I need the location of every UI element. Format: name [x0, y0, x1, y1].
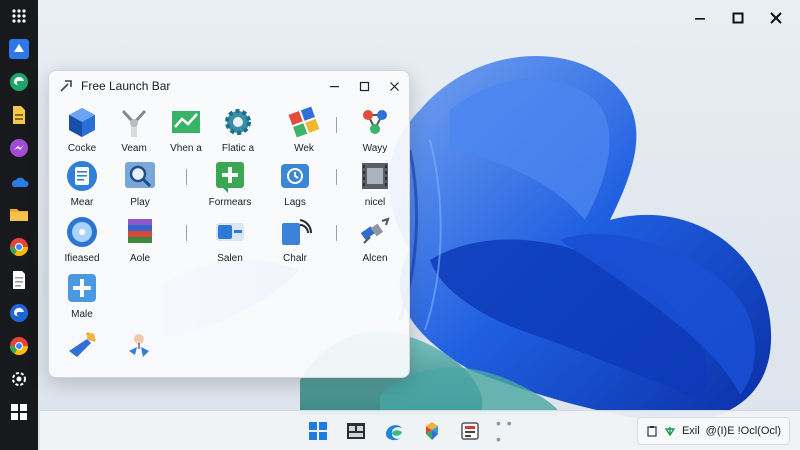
chrome-icon[interactable]: [7, 334, 31, 358]
window-titlebar[interactable]: Free Launch Bar: [49, 71, 409, 101]
plane-icon: [69, 331, 97, 357]
taskbar: • • • Exil @(I)E !Ocl(Ocl): [40, 410, 800, 450]
desktop-window-controls: [690, 8, 786, 28]
launcher-item[interactable]: Cocke: [54, 105, 110, 165]
plus-icon: [216, 162, 244, 193]
messenger-icon[interactable]: [7, 136, 31, 160]
launcher-item[interactable]: Mear: [54, 159, 110, 219]
start-icon[interactable]: [306, 419, 330, 443]
taskbar-apps: • • •: [306, 415, 520, 447]
window-close-button[interactable]: [379, 71, 409, 101]
launcher-item[interactable]: Wek: [276, 105, 332, 165]
launcher-icon[interactable]: [7, 37, 31, 61]
disc-icon: [67, 217, 97, 247]
signal-icon: [282, 219, 312, 245]
clipboard-icon: [647, 426, 657, 437]
launcher-item-label: Play: [130, 197, 150, 208]
launcher-item[interactable]: Chalr: [267, 215, 323, 275]
launcher-item[interactable]: Vhen a: [158, 105, 214, 165]
chrome-icon[interactable]: [7, 235, 31, 259]
close-button[interactable]: [766, 8, 786, 28]
cube-icon: [69, 108, 95, 137]
film-icon: [362, 163, 388, 189]
launcher-item[interactable]: [54, 329, 110, 377]
tray-clock: @(I)E !Ocl(Ocl): [705, 425, 781, 437]
launcher-item-label: Formears: [208, 197, 252, 208]
launch-bar-icon: [60, 80, 72, 92]
launcher-item-label: nicel: [364, 197, 386, 208]
divider: [336, 225, 337, 241]
launcher-item[interactable]: Lags: [267, 159, 323, 219]
pin-icon: [129, 334, 149, 357]
gear-icon: [225, 109, 251, 135]
settings-icon[interactable]: [7, 367, 31, 391]
launcher-item[interactable]: Ifieased: [54, 215, 110, 275]
task-view-icon[interactable]: [344, 419, 368, 443]
launcher-item-label: Salen: [217, 253, 243, 264]
launcher-item-label: Lags: [284, 197, 306, 208]
photos-icon[interactable]: [420, 419, 444, 443]
launcher-item-label: Vhen a: [170, 143, 202, 154]
windows-icon[interactable]: [7, 400, 31, 424]
launcher-item-label: Mear: [70, 197, 94, 208]
launcher-item[interactable]: Wayy: [347, 105, 403, 165]
divider: [186, 225, 187, 241]
left-dock: [0, 0, 38, 450]
launcher-item-label: Aole: [129, 253, 150, 264]
launcher-item[interactable]: Flatic a: [210, 105, 266, 165]
launcher-item-label: Alcen: [362, 253, 388, 264]
divider: [336, 117, 337, 133]
launcher-item[interactable]: Veam: [106, 105, 162, 165]
onedrive-icon[interactable]: [7, 169, 31, 193]
launcher-item[interactable]: Formears: [202, 159, 258, 219]
tool-icon[interactable]: [458, 419, 482, 443]
maximize-button[interactable]: [728, 8, 748, 28]
divider: [186, 169, 187, 185]
window-title: Free Launch Bar: [81, 79, 171, 93]
launcher-item-label: Chalr: [283, 253, 307, 264]
stack-icon: [128, 219, 152, 243]
divider: [336, 169, 337, 185]
launcher-item[interactable]: nicel: [347, 159, 403, 219]
launcher-item[interactable]: Play: [112, 159, 168, 219]
network-icon: [664, 427, 676, 437]
edge-icon[interactable]: [7, 70, 31, 94]
launcher-item[interactable]: Salen: [202, 215, 258, 275]
launcher-item-label: Flatic a: [221, 143, 255, 154]
launch-bar-window: Free Launch Bar Cocke Veam Vhen a Flatic…: [48, 70, 410, 378]
magnifier-icon: [125, 162, 155, 188]
minimize-button[interactable]: [690, 8, 710, 28]
tools-icon: [121, 109, 147, 137]
edge-icon[interactable]: [382, 419, 406, 443]
notepad-icon: [67, 161, 97, 191]
file-explorer-icon[interactable]: [7, 202, 31, 226]
launcher-item[interactable]: Male: [54, 271, 110, 331]
window-minimize-button[interactable]: [319, 71, 349, 101]
launcher-item-label: Ifieased: [64, 253, 100, 264]
launcher-item-label: Male: [71, 309, 93, 320]
launcher-item[interactable]: Alcen: [347, 215, 403, 275]
chart-icon: [172, 111, 200, 133]
satellite-icon: [360, 217, 390, 244]
clock-icon: [281, 164, 309, 188]
launcher-grid: Cocke Veam Vhen a Flatic a Wek Wayy Mear: [49, 101, 409, 377]
molecule-icon: [363, 110, 387, 134]
launcher-item-label: Cocke: [67, 143, 97, 154]
launcher-item-label: Wayy: [362, 143, 388, 154]
add-tile-icon: [68, 274, 96, 302]
tray-label: Exil: [681, 425, 700, 437]
system-tray[interactable]: Exil @(I)E !Ocl(Ocl): [636, 417, 790, 445]
puzzle-icon: [288, 106, 320, 138]
grid-dots-icon[interactable]: [7, 4, 31, 28]
more-icon[interactable]: • • •: [496, 415, 520, 447]
launcher-item-label: Veam: [121, 143, 147, 154]
edge-icon[interactable]: [7, 301, 31, 325]
launcher-item[interactable]: Aole: [112, 215, 168, 275]
launcher-item-label: Wek: [294, 143, 314, 154]
toggle-icon: [216, 223, 244, 241]
window-maximize-button[interactable]: [349, 71, 379, 101]
document-icon[interactable]: [7, 268, 31, 292]
file-icon[interactable]: [7, 103, 31, 127]
launcher-item[interactable]: [112, 329, 168, 377]
